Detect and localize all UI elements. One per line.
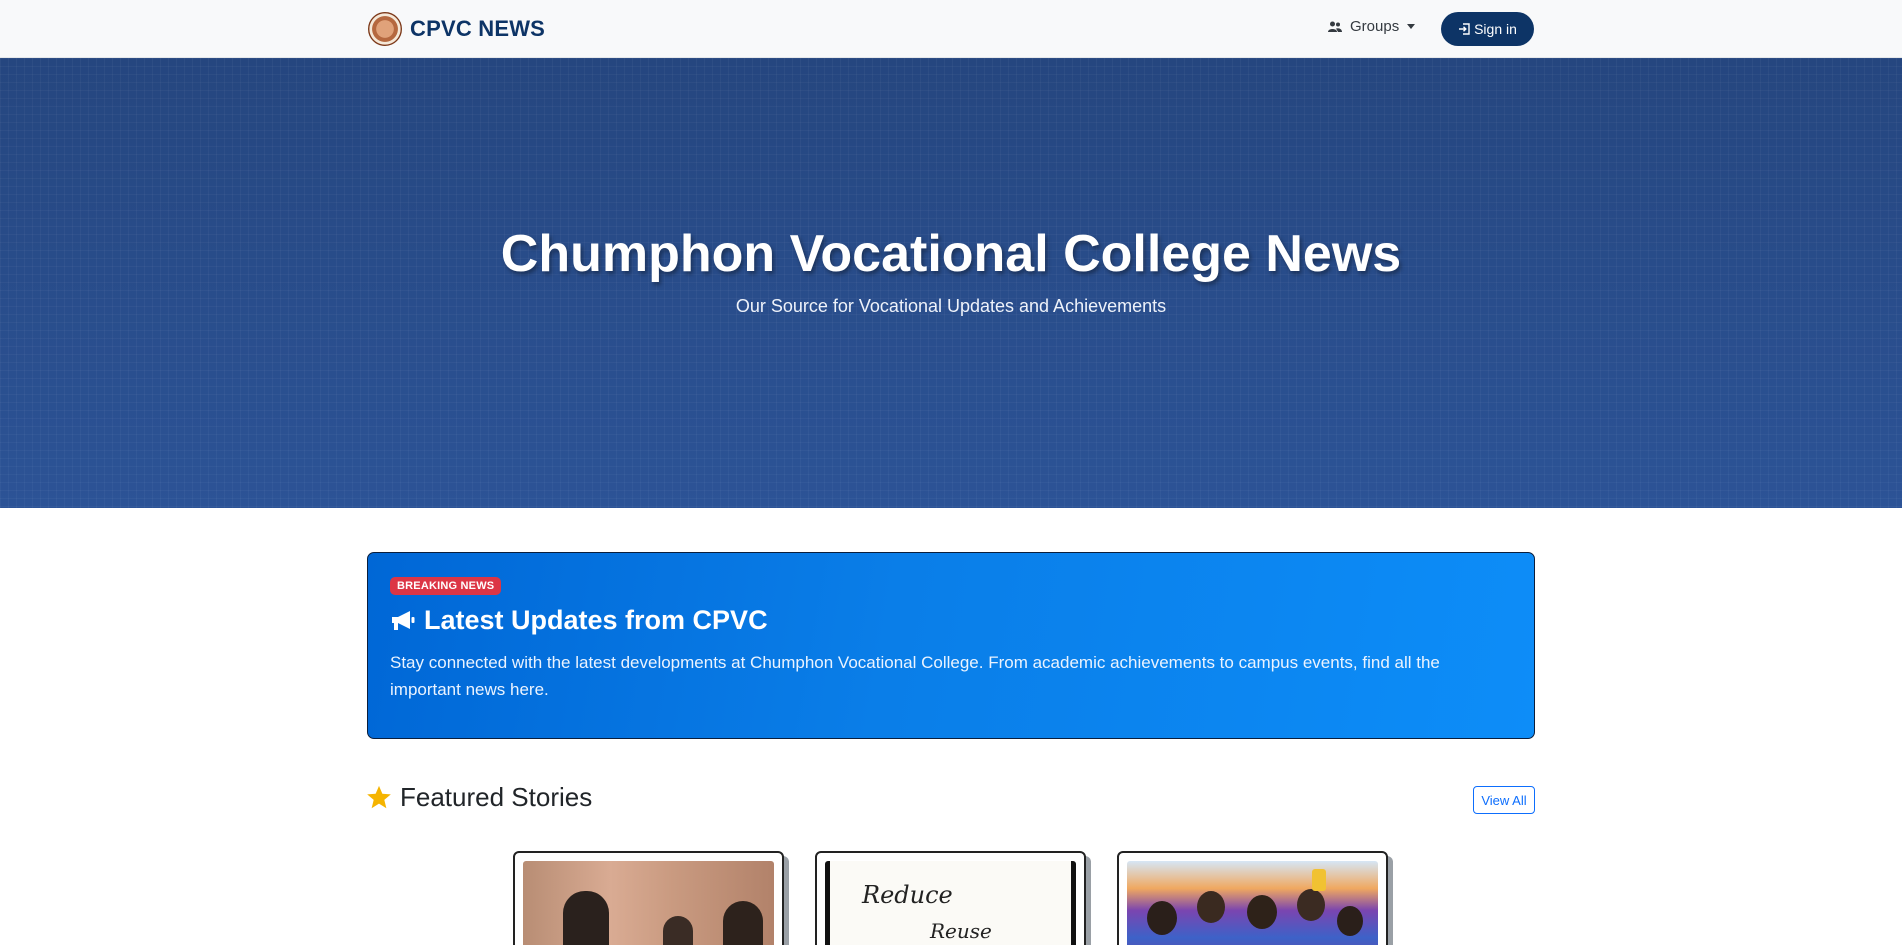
handwritten-note-photo: Reduce Reuse [825,861,1076,945]
handwriting-line: Reduce [862,881,953,909]
view-all-button[interactable]: View All [1473,786,1535,814]
featured-heading-row: Featured Stories [366,782,592,813]
students-meeting-photo [523,861,774,945]
groups-label: Groups [1350,18,1400,35]
breaking-news-title: Latest Updates from CPVC [424,605,768,635]
featured-heading: Featured Stories [400,782,593,812]
chevron-down-icon [1407,24,1416,29]
featured-story-card[interactable] [513,851,784,945]
signin-label: Sign in [1474,21,1517,37]
breaking-news-title-row: Latest Updates from CPVC [390,605,768,636]
megaphone-icon [392,610,415,630]
login-icon [1459,23,1470,35]
college-seal-logo [368,12,402,46]
breaking-news-text: Stay connected with the latest developme… [390,653,1440,699]
groups-dropdown[interactable]: Groups [1328,18,1416,35]
featured-story-card[interactable]: Reduce Reuse [815,851,1086,945]
brand-link[interactable]: CPVC NEWS [368,12,545,46]
top-navbar: CPVC NEWS Groups Sign in [0,0,1902,58]
star-icon [367,785,391,809]
signin-button[interactable]: Sign in [1441,12,1534,46]
handwriting-line: Reuse [930,919,992,943]
hero-banner: Chumphon Vocational College News Our Sou… [0,58,1902,508]
featured-story-card[interactable] [1117,851,1388,945]
students-group-celebration-photo [1127,861,1378,945]
brand-name: CPVC NEWS [410,16,546,41]
hero-title: Chumphon Vocational College News [500,225,1402,283]
breaking-news-badge: BREAKING NEWS [390,577,502,595]
breaking-news-card: BREAKING NEWS Latest Updates from CPVC S… [367,552,1535,739]
users-icon [1328,21,1342,32]
hero-subtitle: Our Source for Vocational Updates and Ac… [735,296,1167,316]
